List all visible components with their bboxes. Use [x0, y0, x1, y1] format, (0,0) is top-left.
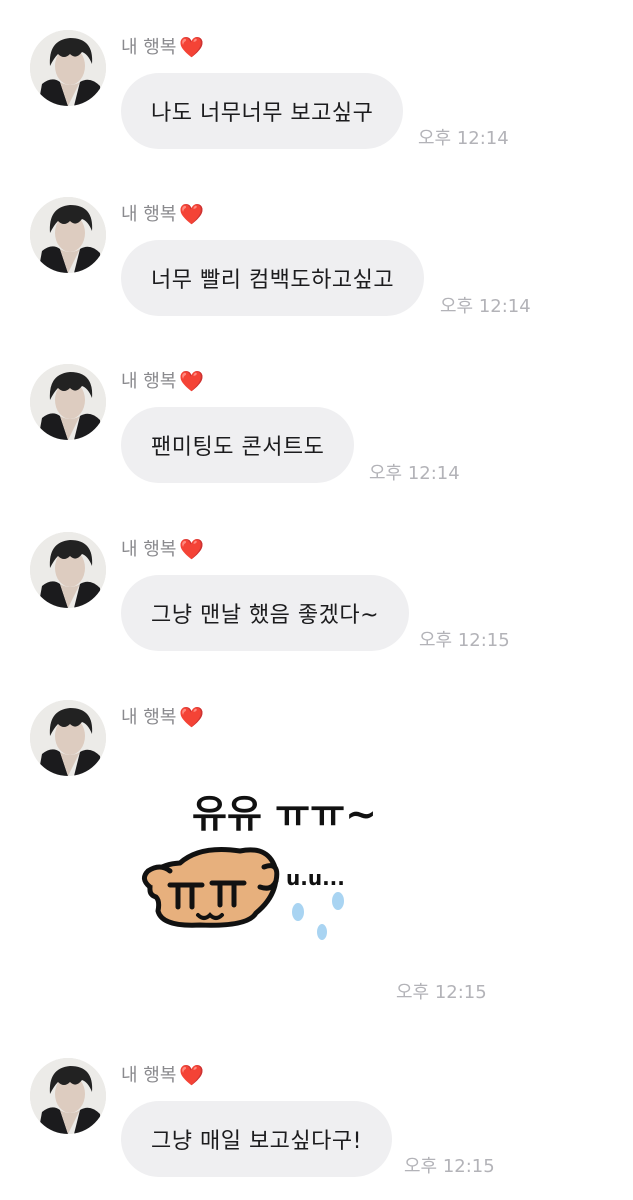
heart-icon: ❤️	[179, 35, 205, 59]
sender-name: 내 행복 ❤️	[121, 369, 205, 393]
sender-avatar[interactable]	[30, 532, 106, 608]
message-bubble[interactable]: 그냥 맨날 했음 좋겠다~	[121, 575, 410, 651]
heart-icon: ❤️	[179, 369, 205, 393]
avatar-photo-icon	[30, 1058, 106, 1134]
sender-name: 내 행복 ❤️	[121, 705, 205, 729]
heart-icon: ❤️	[179, 537, 205, 561]
message-bubble[interactable]: 팬미팅도 콘서트도	[121, 407, 355, 483]
sticker-text-top: 유유 ㅠㅠ~	[192, 792, 377, 836]
sticker-text-side: u.u...	[286, 866, 345, 890]
message-time: 오후 12:14	[440, 296, 531, 317]
message-time: 오후 12:15	[404, 1156, 495, 1177]
sender-name: 내 행복 ❤️	[121, 1063, 205, 1087]
sender-name: 내 행복 ❤️	[121, 537, 205, 561]
message-time: 오후 12:15	[419, 630, 510, 651]
heart-icon: ❤️	[179, 202, 205, 226]
message-text: 그냥 맨날 했음 좋겠다~	[151, 603, 380, 628]
sender-name: 내 행복 ❤️	[121, 202, 205, 226]
avatar-photo-icon	[30, 30, 106, 106]
message-text: 팬미팅도 콘서트도	[151, 435, 325, 460]
message-bubble[interactable]: 너무 빨리 컴백도하고싶고	[121, 240, 425, 316]
sender-avatar[interactable]	[30, 1058, 106, 1134]
message-text: 나도 너무너무 보고싶구	[151, 101, 374, 126]
avatar-photo-icon	[30, 532, 106, 608]
message-bubble[interactable]: 나도 너무너무 보고싶구	[121, 73, 404, 149]
message-time: 오후 12:15	[396, 982, 487, 1003]
sender-avatar[interactable]	[30, 700, 106, 776]
message-time: 오후 12:14	[369, 463, 460, 484]
sender-avatar[interactable]	[30, 364, 106, 440]
message-bubble[interactable]: 그냥 매일 보고싶다구!	[121, 1101, 392, 1177]
sender-avatar[interactable]	[30, 30, 106, 106]
dog-sticker[interactable]: 유유 ㅠㅠ~ u.u...	[140, 775, 380, 965]
crying-dog-sticker-icon: 유유 ㅠㅠ~ u.u...	[142, 792, 377, 940]
message-time: 오후 12:14	[418, 128, 509, 149]
sender-name: 내 행복 ❤️	[121, 35, 205, 59]
avatar-photo-icon	[30, 700, 106, 776]
message-text: 그냥 매일 보고싶다구!	[151, 1129, 362, 1154]
heart-icon: ❤️	[179, 705, 205, 729]
sender-avatar[interactable]	[30, 197, 106, 273]
message-text: 너무 빨리 컴백도하고싶고	[151, 268, 395, 293]
avatar-photo-icon	[30, 364, 106, 440]
avatar-photo-icon	[30, 197, 106, 273]
heart-icon: ❤️	[179, 1063, 205, 1087]
